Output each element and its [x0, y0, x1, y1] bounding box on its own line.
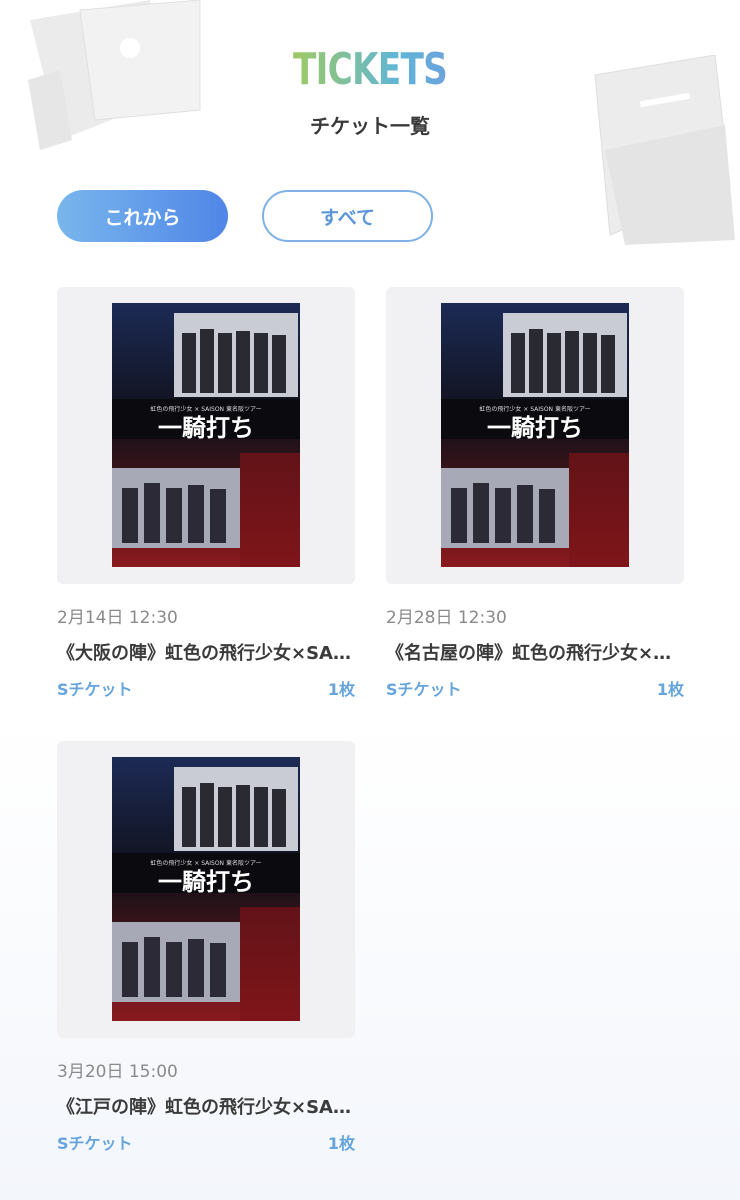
ticket-title[interactable]: 《江戸の陣》虹色の飛行少女×SAISON 東名阪ツアー「一騎打ち」	[57, 1093, 355, 1119]
poster-headline: 虹色の飛行少女 × SAISON 東名阪ツアー	[150, 405, 261, 413]
poster-main-title: 一騎打ち	[158, 414, 254, 442]
event-poster-image: 虹色の飛行少女 × SAISON 東名阪ツアー 一騎打ち	[112, 757, 300, 1021]
ticket-count: 1枚	[656, 680, 684, 699]
tab-all[interactable]: すべて	[262, 190, 433, 242]
ticket-title[interactable]: 《名古屋の陣》虹色の飛行少女×SAISON 東名阪ツアー「一騎打ち」	[386, 639, 684, 665]
poster-headline: 虹色の飛行少女 × SAISON 東名阪ツアー	[479, 405, 590, 413]
page-title: チケット一覧	[310, 114, 430, 138]
ticket-thumbnail[interactable]: 虹色の飛行少女 × SAISON 東名阪ツアー 一騎打ち	[57, 741, 355, 1038]
tab-upcoming[interactable]: これから	[57, 190, 228, 242]
ticket-type: Sチケット	[57, 680, 133, 699]
ticket-date: 2月14日 12:30	[57, 608, 178, 628]
tickets-logo: TICKETS	[81, 44, 658, 95]
ticket-card[interactable]: 虹色の飛行少女 × SAISON 東名阪ツアー 一騎打ち 3月20日 15:00…	[57, 741, 355, 1153]
ticket-date: 2月28日 12:30	[386, 608, 507, 628]
ticket-card[interactable]: 虹色の飛行少女 × SAISON 東名阪ツアー 一騎打ち 2月14日 12:30…	[57, 287, 355, 699]
poster-headline: 虹色の飛行少女 × SAISON 東名阪ツアー	[150, 859, 261, 867]
ticket-count: 1枚	[327, 1134, 355, 1153]
ticket-type: Sチケット	[57, 1134, 133, 1153]
poster-main-title: 一騎打ち	[487, 414, 583, 442]
ticket-title[interactable]: 《大阪の陣》虹色の飛行少女×SAISON 東名阪ツアー「一騎打ち」	[57, 639, 355, 665]
event-poster-image: 虹色の飛行少女 × SAISON 東名阪ツアー 一騎打ち	[112, 303, 300, 567]
ticket-card[interactable]: 虹色の飛行少女 × SAISON 東名阪ツアー 一騎打ち 2月28日 12:30…	[386, 287, 684, 699]
ticket-date: 3月20日 15:00	[57, 1062, 178, 1082]
poster-main-title: 一騎打ち	[158, 868, 254, 896]
ticket-thumbnail[interactable]: 虹色の飛行少女 × SAISON 東名阪ツアー 一騎打ち	[57, 287, 355, 584]
ticket-thumbnail[interactable]: 虹色の飛行少女 × SAISON 東名阪ツアー 一騎打ち	[386, 287, 684, 584]
ticket-count: 1枚	[327, 680, 355, 699]
event-poster-image: 虹色の飛行少女 × SAISON 東名阪ツアー 一騎打ち	[441, 303, 629, 567]
ticket-type: Sチケット	[386, 680, 462, 699]
